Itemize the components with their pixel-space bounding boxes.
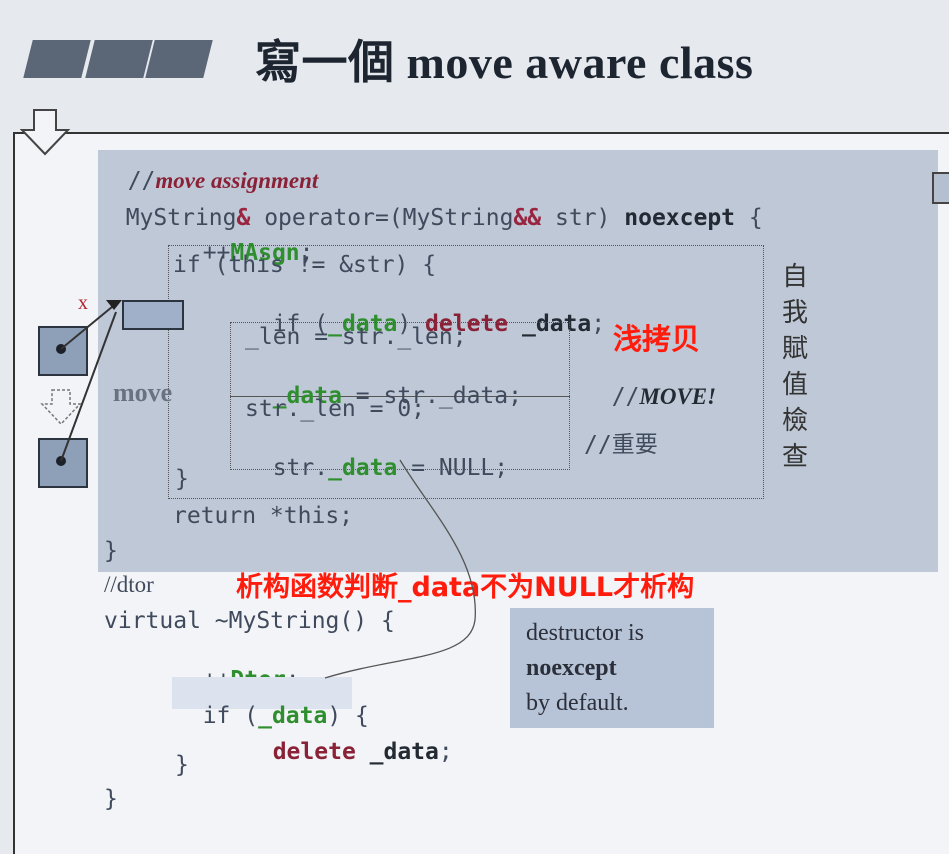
line-dtor-close: } <box>104 786 118 812</box>
comment-move-text: MOVE! <box>639 384 717 409</box>
title-bar-decoration-2 <box>85 40 153 78</box>
side-label-char: 檢 <box>782 406 809 436</box>
annotation-shallow-copy: 浅拷贝 <box>613 322 701 356</box>
comment-slash: // <box>611 384 640 410</box>
comment-dtor: //dtor <box>104 573 154 597</box>
line-if-this: if (this != &str) { <box>173 252 437 278</box>
x-mark: x <box>78 292 88 314</box>
slide-title: 寫一個 move aware class <box>255 37 754 88</box>
side-label-char: 值 <box>782 370 809 400</box>
sig-rvalue-ref: && <box>513 205 542 231</box>
semicolon: ; <box>591 311 606 337</box>
sig-noexcept: noexcept <box>624 205 736 231</box>
line-len-assign: _len = str._len; <box>245 324 467 350</box>
data-var: _data <box>355 739 439 765</box>
note-line-2: noexcept <box>526 655 617 681</box>
down-arrow-icon <box>20 109 71 156</box>
line-close-func: } <box>104 538 118 564</box>
dtor-noexcept-note: destructor is noexcept by default. <box>510 608 714 728</box>
sig-brace: { <box>735 205 763 231</box>
side-label-char: 我 <box>782 298 809 328</box>
title-bar-decoration-3 <box>145 40 213 78</box>
comment-important: //重要 <box>584 432 658 458</box>
line-len-zero: str._len = 0; <box>245 396 426 422</box>
note-line-3: by default. <box>526 690 629 716</box>
sig-param: str) <box>541 205 625 231</box>
connector-curve <box>324 459 476 679</box>
note-line-1: destructor is <box>526 620 644 646</box>
comment-dtor-text: //dtor <box>104 572 154 597</box>
title-bar-decoration-1 <box>23 40 91 78</box>
line-close-inner: } <box>175 466 189 492</box>
side-label-char: 查 <box>782 442 809 472</box>
line-dtor-delete: delete _data; <box>245 718 453 764</box>
delete-keyword: delete <box>272 739 356 765</box>
move-label: move <box>113 378 173 407</box>
line-dtor-close-inner: } <box>175 752 189 778</box>
right-edge-tab <box>932 172 949 204</box>
semicolon: ; <box>438 739 453 765</box>
side-label-char: 自 <box>782 262 809 292</box>
comment-move: //MOVE! <box>584 362 716 409</box>
side-label-char: 賦 <box>782 334 809 364</box>
